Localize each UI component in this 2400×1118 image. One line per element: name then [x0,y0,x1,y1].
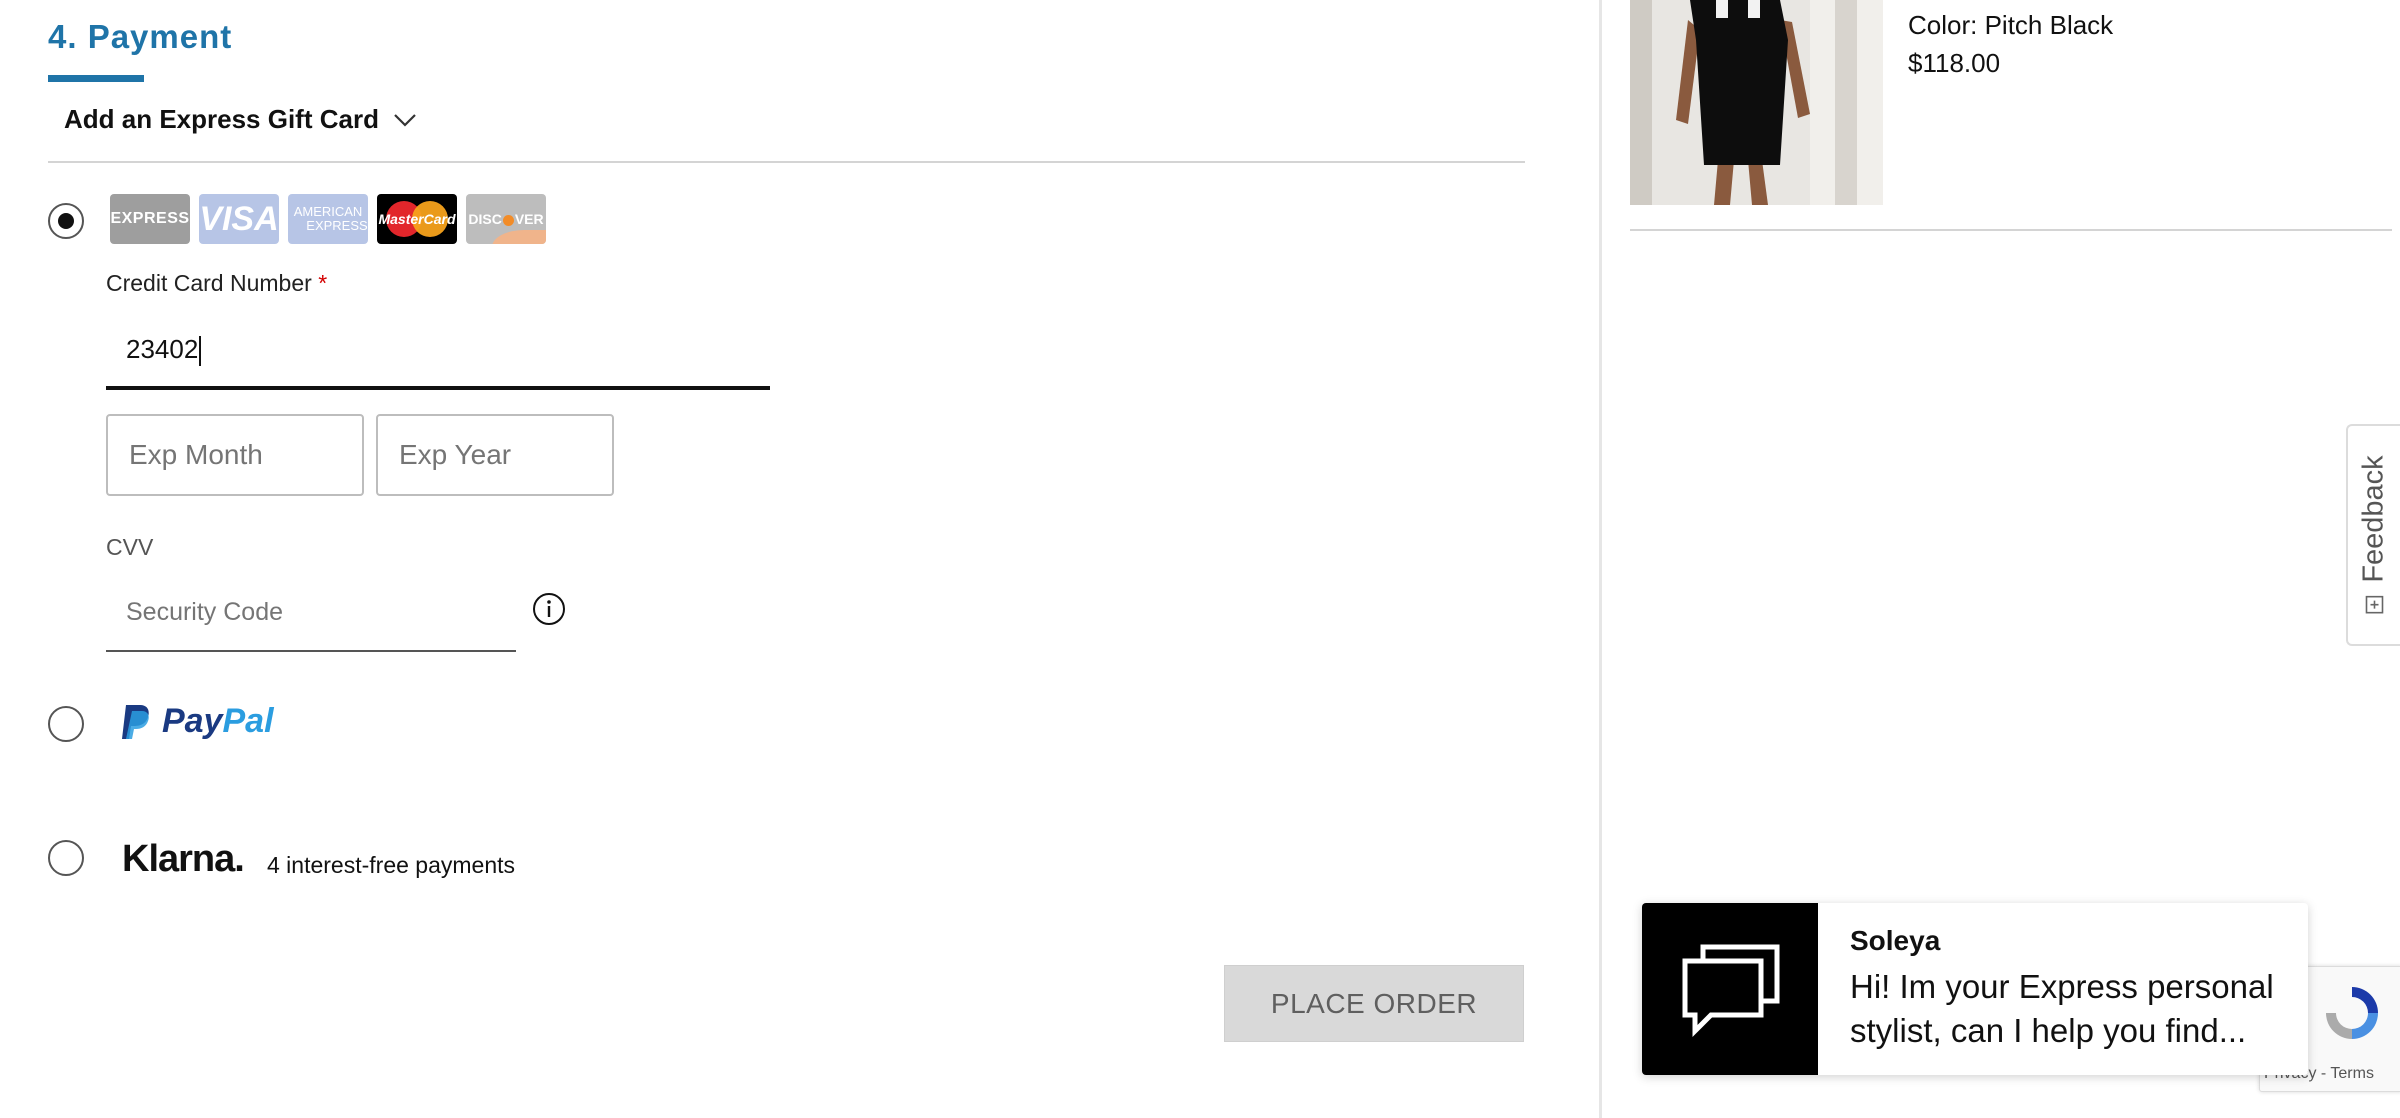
place-order-button[interactable]: PLACE ORDER [1224,965,1524,1042]
exp-month-select[interactable]: Exp Month [106,414,364,496]
dress-photo [1630,0,1883,205]
klarna-radio[interactable] [48,840,84,876]
paypal-wordmark: PayPal [162,702,274,740]
cvv-label: CVV [106,534,154,560]
section-title-underline [48,75,144,82]
feedback-icon [2365,595,2383,614]
gift-card-label: Add an Express Gift Card [64,104,379,134]
ccn-label-text: Credit Card Number [106,270,312,296]
product-color: Color: Pitch Black [1908,10,2114,40]
paypal-radio[interactable] [48,706,84,742]
chat-widget[interactable]: Soleya Hi! Im your Express personal styl… [1642,903,2308,1075]
visa-logo: VISA [199,194,279,244]
column-divider [1599,0,1602,1118]
amex-line2: EXPRESS [306,218,368,233]
credit-card-number-input[interactable] [106,320,770,390]
required-indicator: * [318,270,328,296]
discover-logo: DISC VER [466,194,546,244]
chevron-down-icon [394,113,416,127]
security-code-input[interactable]: Security Code [106,578,516,652]
payment-section-title: 4. Payment [48,18,233,55]
exp-year-select[interactable]: Exp Year [376,414,614,496]
chat-message: Hi! Im your Express personal stylist, ca… [1850,968,2274,1049]
card-logos: EXPRESS VISA AMERICAN EXPRESS MasterCard… [110,194,546,244]
express-card-logo: EXPRESS [110,194,190,244]
credit-card-number-label: Credit Card Number * [106,270,327,297]
amex-logo: AMERICAN EXPRESS [288,194,368,244]
gift-card-toggle[interactable]: Add an Express Gift Card [64,104,417,135]
feedback-tab[interactable]: Feedback [2346,424,2400,646]
chat-bubbles-icon [1682,944,1780,1038]
mastercard-logo: MasterCard [377,194,457,244]
ccn-value-text: 23402 [126,334,199,364]
klarna-logo: Klarna. [122,838,245,880]
express-logo-text: EXPRESS [110,210,190,227]
product-price: $118.00 [1908,48,2001,78]
credit-card-number-value: 23402 [126,334,202,367]
product-image[interactable] [1630,0,1883,205]
text-caret [199,336,202,367]
visa-logo-text: VISA [199,199,279,238]
credit-card-radio[interactable] [48,203,84,239]
paypal-icon [122,704,149,739]
discover-logo-text: DISC VER [468,211,544,227]
amex-line1: AMERICAN [293,204,363,219]
recaptcha-icon [2326,987,2378,1039]
chat-agent-name: Soleya [1850,925,1941,956]
info-icon[interactable] [532,592,566,626]
chat-icon-container [1642,903,1818,1075]
mastercard-logo-text: MasterCard [378,211,456,227]
feedback-label: Feedback [2357,455,2390,583]
klarna-description: 4 interest-free payments [267,852,516,878]
paypal-logo: PayPal [120,702,274,741]
divider [48,161,1525,163]
summary-divider [1630,229,2392,231]
